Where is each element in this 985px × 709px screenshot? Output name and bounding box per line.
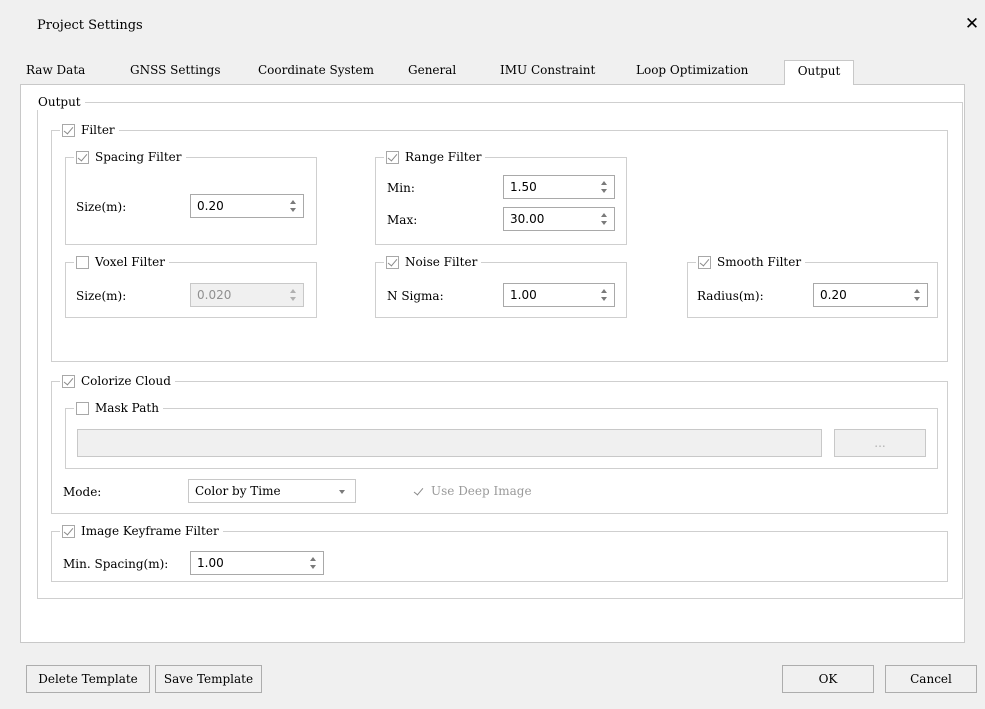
spacing-filter-label: Spacing Filter xyxy=(95,150,182,164)
cancel-button[interactable]: Cancel xyxy=(885,665,977,693)
colorize-cloud-checkbox[interactable] xyxy=(62,374,75,388)
spin-arrows-icon[interactable] xyxy=(290,287,297,303)
mask-path-input[interactable] xyxy=(77,429,822,457)
spin-arrows-icon[interactable] xyxy=(914,287,921,303)
spin-arrows-icon[interactable] xyxy=(290,198,297,214)
use-deep-image-option[interactable]: Use Deep Image xyxy=(412,484,532,498)
range-min-value: 1.50 xyxy=(510,180,537,194)
range-filter-label: Range Filter xyxy=(405,150,482,164)
image-keyframe-filter-label: Image Keyframe Filter xyxy=(81,524,219,538)
delete-template-button[interactable]: Delete Template xyxy=(26,665,150,693)
mode-label: Mode: xyxy=(63,485,102,499)
range-max-value: 30.00 xyxy=(510,212,545,226)
use-deep-image-label: Use Deep Image xyxy=(431,484,532,498)
spin-arrows-icon[interactable] xyxy=(601,211,608,227)
spin-arrows-icon[interactable] xyxy=(601,287,608,303)
tab-loop-optimization[interactable]: Loop Optimization xyxy=(632,60,752,85)
tab-output[interactable]: Output xyxy=(784,60,854,86)
range-max-label: Max: xyxy=(387,213,418,227)
smooth-filter-checkbox[interactable] xyxy=(698,255,711,269)
filter-checkbox[interactable] xyxy=(62,123,75,137)
voxel-size-label: Size(m): xyxy=(76,289,127,303)
close-icon[interactable]: ✕ xyxy=(962,14,982,34)
save-template-button[interactable]: Save Template xyxy=(155,665,262,693)
smooth-filter-label: Smooth Filter xyxy=(717,255,802,269)
voxel-filter-checkbox[interactable] xyxy=(76,255,89,269)
chevron-down-icon xyxy=(339,490,345,494)
spacing-filter-checkbox[interactable] xyxy=(76,150,89,164)
mode-select[interactable]: Color by Time xyxy=(188,479,356,503)
image-keyframe-filter-checkbox[interactable] xyxy=(62,524,75,538)
range-min-spinbox[interactable]: 1.50 xyxy=(503,175,615,199)
range-filter-checkbox[interactable] xyxy=(386,150,399,164)
min-spacing-value: 1.00 xyxy=(197,556,224,570)
tab-imu-constraint[interactable]: IMU Constraint xyxy=(496,60,599,85)
range-max-spinbox[interactable]: 30.00 xyxy=(503,207,615,231)
spacing-size-spinbox[interactable]: 0.20 xyxy=(190,194,304,218)
noise-nsigma-label: N Sigma: xyxy=(387,289,444,303)
noise-filter-label: Noise Filter xyxy=(405,255,478,269)
smooth-radius-value: 0.20 xyxy=(820,288,847,302)
mask-path-label: Mask Path xyxy=(95,401,159,415)
smooth-radius-spinbox[interactable]: 0.20 xyxy=(813,283,928,307)
range-filter-group: Range Filter xyxy=(375,149,627,245)
smooth-radius-label: Radius(m): xyxy=(697,289,764,303)
voxel-size-value: 0.020 xyxy=(197,288,232,302)
mode-value: Color by Time xyxy=(195,484,281,498)
tab-coordinate-system[interactable]: Coordinate System xyxy=(254,60,378,85)
noise-nsigma-value: 1.00 xyxy=(510,288,537,302)
window-title: Project Settings xyxy=(37,18,143,33)
noise-nsigma-spinbox[interactable]: 1.00 xyxy=(503,283,615,307)
spacing-size-label: Size(m): xyxy=(76,200,127,214)
tab-general[interactable]: General xyxy=(404,60,460,85)
min-spacing-label: Min. Spacing(m): xyxy=(63,557,169,571)
output-group-label: Output xyxy=(38,95,81,109)
image-keyframe-filter-group: Image Keyframe Filter xyxy=(51,523,948,582)
colorize-cloud-label: Colorize Cloud xyxy=(81,374,171,388)
spin-arrows-icon[interactable] xyxy=(601,179,608,195)
tab-raw-data[interactable]: Raw Data xyxy=(22,60,89,85)
spacing-size-value: 0.20 xyxy=(197,199,224,213)
mask-path-browse-button[interactable]: ... xyxy=(834,429,926,457)
min-spacing-spinbox[interactable]: 1.00 xyxy=(190,551,324,575)
range-min-label: Min: xyxy=(387,181,415,195)
tab-gnss-settings[interactable]: GNSS Settings xyxy=(126,60,225,85)
noise-filter-checkbox[interactable] xyxy=(386,255,399,269)
voxel-filter-label: Voxel Filter xyxy=(95,255,165,269)
mask-path-checkbox[interactable] xyxy=(76,401,89,415)
voxel-size-spinbox[interactable]: 0.020 xyxy=(190,283,304,307)
use-deep-image-checkbox[interactable] xyxy=(412,484,425,498)
ok-button[interactable]: OK xyxy=(782,665,874,693)
spin-arrows-icon[interactable] xyxy=(310,555,317,571)
filter-label: Filter xyxy=(81,123,115,137)
